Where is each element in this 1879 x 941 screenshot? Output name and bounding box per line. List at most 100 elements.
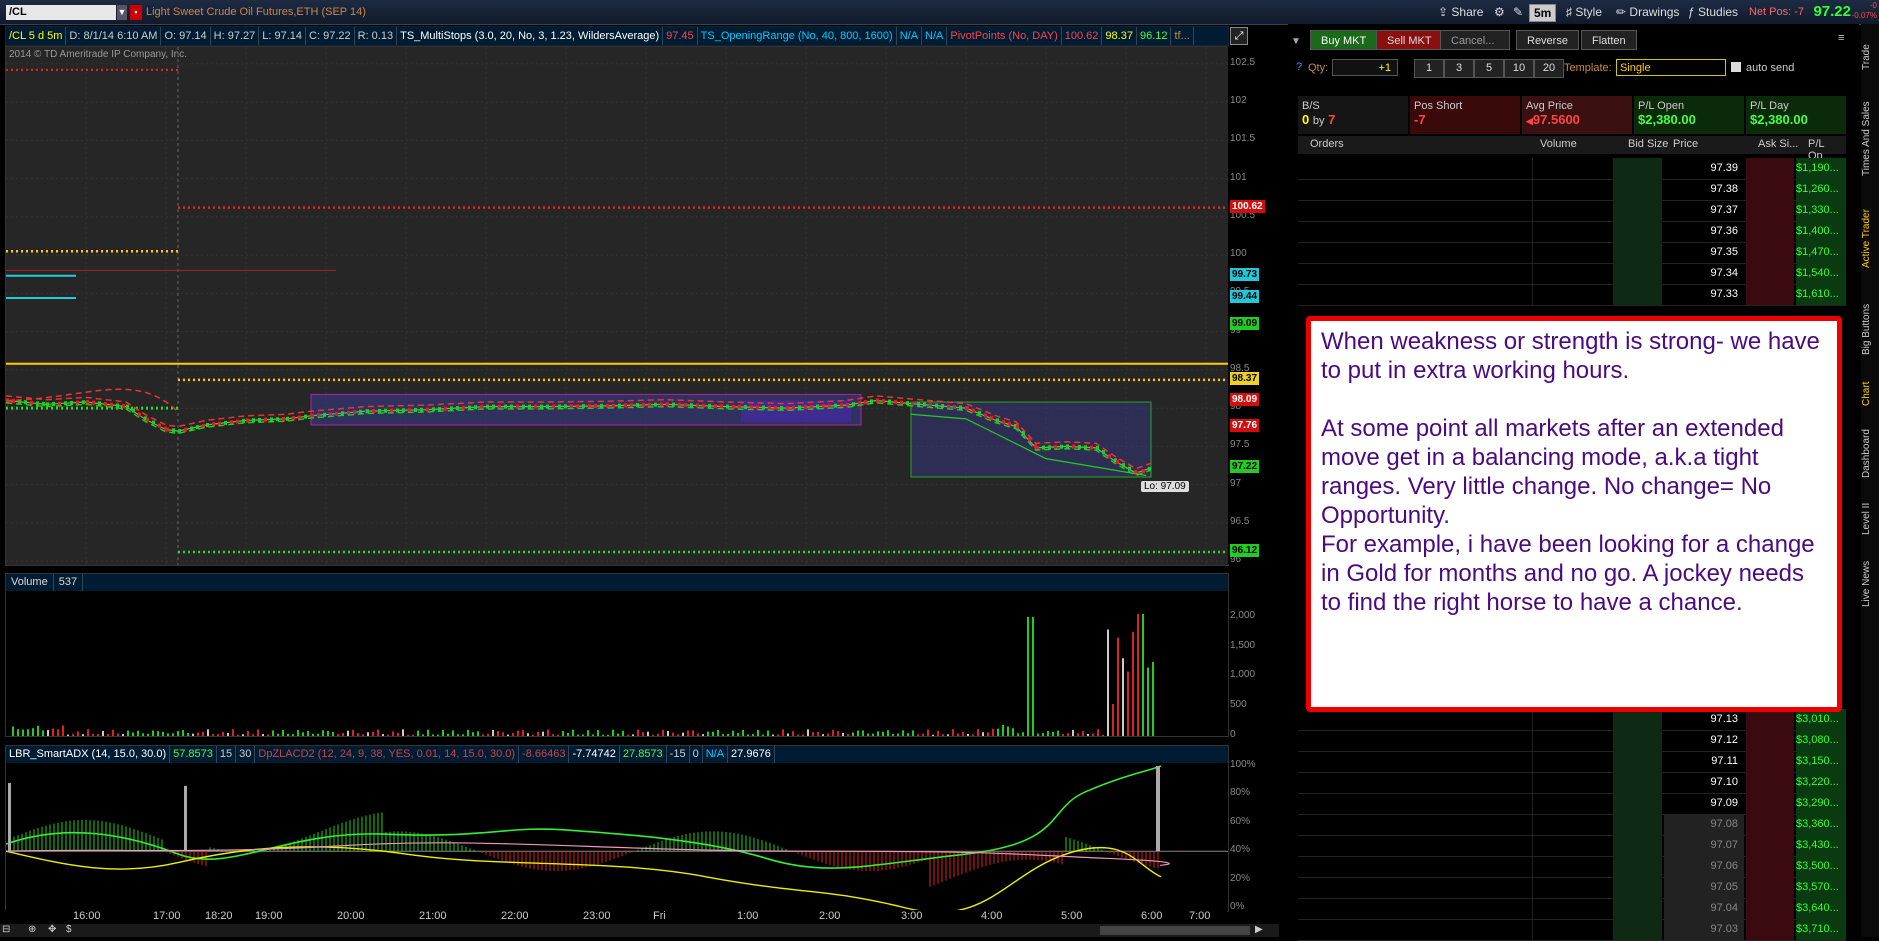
orders-cell[interactable] — [1298, 242, 1533, 263]
collapse-icon[interactable]: ▼ — [1291, 36, 1301, 47]
sell-mkt-button[interactable]: Sell MKT — [1376, 30, 1443, 50]
adx-pane[interactable]: LBR_SmartADX (14, 15.0, 30.0) 57.8573 15 30… — [5, 745, 1229, 912]
study-item[interactable]: PivotPoints (No, DAY) — [947, 27, 1062, 45]
template-select[interactable]: Single — [1616, 59, 1726, 76]
study-item[interactable]: D: 8/1/14 6:10 AM — [66, 27, 162, 45]
ladder-row[interactable]: 97.09 $3,290... — [1298, 793, 1846, 815]
ladder-row[interactable]: 97.08 $3,360... — [1298, 814, 1846, 836]
ladder-column-header[interactable]: Orders — [1310, 138, 1344, 150]
bid-size-cell[interactable] — [1614, 751, 1662, 772]
orders-cell[interactable] — [1298, 814, 1533, 835]
side-tab[interactable]: Chart — [1861, 374, 1879, 414]
ladder-row[interactable]: 97.35 $1,470... — [1298, 242, 1846, 264]
price-chart-pane[interactable]: 2014 © TD Ameritrade IP Company, Inc. Lo… — [5, 46, 1229, 566]
ask-size-cell[interactable] — [1746, 221, 1794, 242]
zoom-icon[interactable]: ⊟ — [2, 924, 10, 935]
share-button[interactable]: ⇪ Share — [1434, 4, 1487, 20]
ladder-row[interactable]: 97.37 $1,330... — [1298, 200, 1846, 222]
orders-cell[interactable] — [1298, 898, 1533, 919]
bid-size-cell[interactable] — [1614, 877, 1662, 898]
orders-cell[interactable] — [1298, 835, 1533, 856]
ladder-row[interactable]: 97.33 $1,610... — [1298, 284, 1846, 306]
ladder-row[interactable]: 97.10 $3,220... — [1298, 772, 1846, 794]
study-item[interactable]: 96.12 — [1137, 27, 1172, 45]
orders-cell[interactable] — [1298, 179, 1533, 200]
ladder-row[interactable]: 97.34 $1,540... — [1298, 263, 1846, 285]
qty-preset-button[interactable]: 1 — [1414, 59, 1444, 78]
study-item[interactable]: R: 0.13 — [355, 27, 398, 45]
ask-size-cell[interactable] — [1746, 179, 1794, 200]
study-item[interactable]: 100.62 — [1062, 27, 1103, 45]
study-item[interactable]: O: 97.14 — [161, 27, 211, 45]
drawings-button[interactable]: ✏ Drawings — [1612, 4, 1683, 20]
studies-button[interactable]: ƒ Studies — [1684, 4, 1742, 20]
scroll-right-icon[interactable]: ▶ — [1255, 924, 1263, 935]
ladder-row[interactable]: 97.36 $1,400... — [1298, 221, 1846, 243]
study-item[interactable]: TS_MultiStops (3.0, 20, No, 3, 1.23, Wil… — [397, 27, 664, 45]
ladder-row[interactable]: 97.13 $3,010... — [1298, 709, 1846, 731]
reverse-button[interactable]: Reverse — [1516, 30, 1579, 50]
ask-size-cell[interactable] — [1746, 751, 1794, 772]
drag-icon[interactable]: ✥ — [48, 924, 56, 935]
orders-cell[interactable] — [1298, 772, 1533, 793]
orders-cell[interactable] — [1298, 158, 1533, 179]
buy-mkt-button[interactable]: Buy MKT — [1310, 30, 1378, 50]
ask-size-cell[interactable] — [1746, 877, 1794, 898]
ask-size-cell[interactable] — [1746, 263, 1794, 284]
orders-cell[interactable] — [1298, 793, 1533, 814]
study-item[interactable]: /CL 5 d 5m — [6, 27, 67, 45]
side-tab[interactable]: Dashboard — [1861, 424, 1879, 484]
ask-size-cell[interactable] — [1746, 835, 1794, 856]
bid-size-cell[interactable] — [1614, 730, 1662, 751]
bid-size-cell[interactable] — [1614, 221, 1662, 242]
volume-pane[interactable]: Volume 537 — [5, 573, 1229, 737]
ask-size-cell[interactable] — [1746, 158, 1794, 179]
ladder-row[interactable]: 97.38 $1,260... — [1298, 179, 1846, 201]
qty-preset-button[interactable]: 20 — [1534, 59, 1564, 78]
orders-cell[interactable] — [1298, 877, 1533, 898]
bid-size-cell[interactable] — [1614, 284, 1662, 305]
side-tab[interactable]: Times And Sales — [1861, 94, 1879, 184]
ladder-row[interactable]: 97.07 $3,430... — [1298, 835, 1846, 857]
study-item[interactable]: 98.37 — [1102, 27, 1137, 45]
bid-size-cell[interactable] — [1614, 263, 1662, 284]
orders-cell[interactable] — [1298, 200, 1533, 221]
side-tab[interactable]: Trade — [1861, 32, 1879, 82]
study-item[interactable]: 97.45 — [663, 27, 698, 45]
auto-send-checkbox[interactable] — [1731, 62, 1741, 72]
menu-icon[interactable]: ≡ — [1838, 32, 1844, 44]
ladder-row[interactable]: 97.04 $3,640... — [1298, 898, 1846, 920]
dollar-icon[interactable]: $ — [66, 924, 72, 935]
help-icon[interactable]: ? — [1296, 61, 1302, 73]
ask-size-cell[interactable] — [1746, 898, 1794, 919]
bid-size-cell[interactable] — [1614, 179, 1662, 200]
qty-preset-button[interactable]: 3 — [1444, 59, 1474, 78]
orders-cell[interactable] — [1298, 263, 1533, 284]
study-item[interactable]: C: 97.22 — [306, 27, 355, 45]
ladder-column-header[interactable]: Ask Si... — [1758, 138, 1798, 150]
ask-size-cell[interactable] — [1746, 284, 1794, 305]
side-tab[interactable]: Big Buttons — [1861, 294, 1879, 364]
ladder-column-header[interactable]: Volume — [1540, 138, 1577, 150]
study-item[interactable]: L: 97.14 — [259, 27, 307, 45]
bid-size-cell[interactable] — [1614, 242, 1662, 263]
timeframe-button[interactable]: 5m — [1529, 4, 1557, 22]
link-color-icon[interactable]: ▪ — [130, 5, 142, 20]
cancel-button[interactable]: Cancel... — [1440, 30, 1510, 50]
orders-cell[interactable] — [1298, 284, 1533, 305]
ladder-column-header[interactable]: Bid Size — [1628, 138, 1668, 150]
orders-cell[interactable] — [1298, 730, 1533, 751]
expand-icon[interactable]: ⤢ — [1230, 27, 1248, 45]
symbol-input[interactable]: /CL — [6, 5, 116, 20]
study-item[interactable]: TS_OpeningRange (No, 40, 800, 1600) — [698, 27, 897, 45]
study-item[interactable]: N/A — [897, 27, 923, 45]
bid-size-cell[interactable] — [1614, 793, 1662, 814]
side-tab[interactable]: Level II — [1861, 494, 1879, 544]
orders-cell[interactable] — [1298, 856, 1533, 877]
study-item[interactable]: tf... — [1171, 27, 1194, 45]
ask-size-cell[interactable] — [1746, 200, 1794, 221]
wrench-icon[interactable]: ✎ — [1509, 4, 1527, 20]
ask-size-cell[interactable] — [1746, 242, 1794, 263]
style-button[interactable]: ♯ Style — [1562, 4, 1606, 20]
time-axis[interactable]: 16:00 17:00 18:20 19:00 20:00 21:00 22:00 23:00… — [5, 910, 1227, 924]
